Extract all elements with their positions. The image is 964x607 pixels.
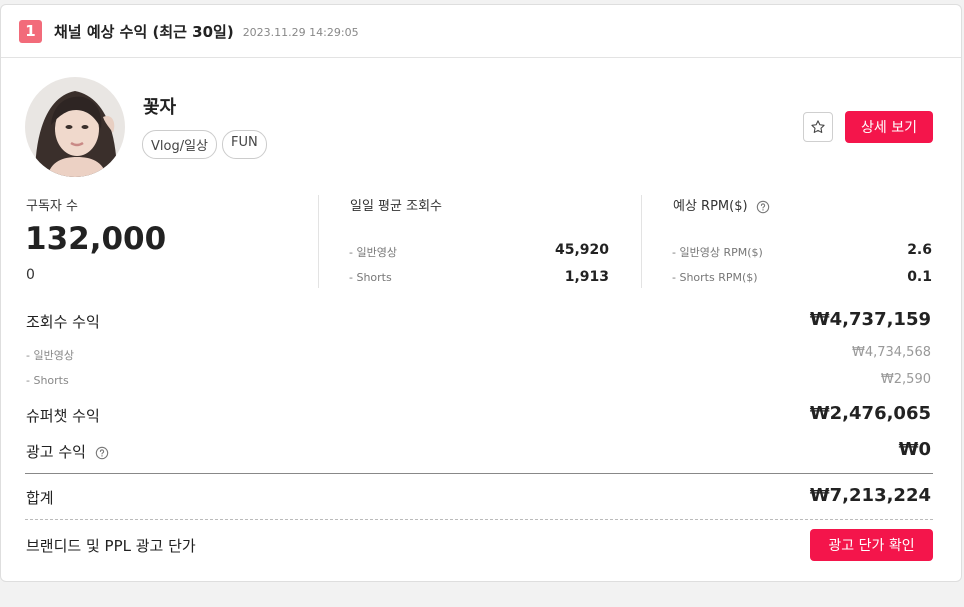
views-revenue-value: ₩4,737,159 xyxy=(809,309,931,330)
views-revenue-shorts-label: - Shorts xyxy=(26,374,69,387)
channel-tags: Vlog/일상 FUN xyxy=(142,130,267,159)
timestamp: 2023.11.29 14:29:05 xyxy=(242,25,359,39)
tag-vlog[interactable]: Vlog/일상 xyxy=(142,130,218,159)
subscribers-value: 132,000 xyxy=(25,221,167,257)
detail-view-button[interactable]: 상세 보기 xyxy=(845,111,933,143)
dashed-divider xyxy=(25,519,933,520)
views-revenue-general-label: - 일반영상 xyxy=(26,349,74,362)
rank-badge: 1 xyxy=(19,19,42,43)
total-divider xyxy=(25,473,933,474)
help-icon[interactable] xyxy=(95,446,109,460)
branded-ppl-label: 브랜디드 및 PPL 광고 단가 xyxy=(26,537,196,555)
superchat-revenue-value: ₩2,476,065 xyxy=(809,403,931,424)
channel-revenue-card: 1 채널 예상 수익 (최근 30일) 2023.11.29 14:29:05 … xyxy=(0,4,962,582)
rpm-general-value: 2.6 xyxy=(907,242,932,258)
rpm-label-text: 예상 RPM($) xyxy=(673,199,748,214)
column-divider xyxy=(641,195,642,288)
star-icon xyxy=(811,120,825,133)
superchat-revenue-label: 슈퍼챗 수익 xyxy=(26,407,100,425)
channel-name[interactable]: 꽃자 xyxy=(143,93,176,119)
subscribers-label: 구독자 수 xyxy=(26,199,78,214)
rpm-general-label: - 일반영상 RPM($) xyxy=(672,246,763,259)
card-title: 채널 예상 수익 (최근 30일) xyxy=(54,22,234,41)
card-header: 1 채널 예상 수익 (최근 30일) 2023.11.29 14:29:05 xyxy=(1,5,961,58)
total-label: 합계 xyxy=(26,489,54,507)
daily-views-general-value: 45,920 xyxy=(554,242,609,258)
total-value: ₩7,213,224 xyxy=(809,485,931,506)
ads-revenue-label-text: 광고 수익 xyxy=(26,443,86,461)
daily-views-shorts-value: 1,913 xyxy=(564,269,609,285)
daily-views-general-label: - 일반영상 xyxy=(349,246,397,259)
subscribers-delta: 0 xyxy=(26,267,35,283)
check-ad-rate-button[interactable]: 광고 단가 확인 xyxy=(810,529,933,561)
column-divider xyxy=(318,195,319,288)
daily-views-shorts-label: - Shorts xyxy=(349,271,392,284)
views-revenue-shorts-value: ₩2,590 xyxy=(880,372,931,387)
channel-avatar[interactable] xyxy=(25,77,125,177)
rpm-shorts-value: 0.1 xyxy=(907,269,932,285)
help-icon[interactable] xyxy=(756,200,770,214)
views-revenue-general-value: ₩4,734,568 xyxy=(851,345,931,360)
ads-revenue-label: 광고 수익 xyxy=(26,441,109,462)
ads-revenue-value: ₩0 xyxy=(898,439,931,460)
rpm-shorts-label: - Shorts RPM($) xyxy=(672,271,758,284)
rpm-label: 예상 RPM($) xyxy=(673,195,770,214)
favorite-button[interactable] xyxy=(803,112,833,142)
daily-views-label: 일일 평균 조회수 xyxy=(350,199,442,214)
views-revenue-label: 조회수 수익 xyxy=(26,313,100,331)
tag-fun[interactable]: FUN xyxy=(222,130,267,159)
